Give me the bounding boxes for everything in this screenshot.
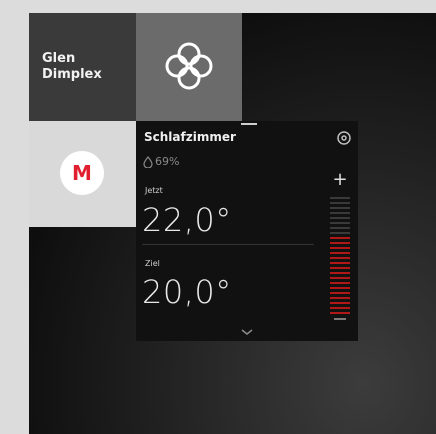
level-segment <box>330 252 350 254</box>
thermostat-widget[interactable]: Schlafzimmer 69% Jetzt 22,0° Ziel 20,0° … <box>136 121 358 341</box>
level-segment <box>330 302 350 304</box>
target-temp-label: Ziel <box>145 259 160 268</box>
level-segment <box>330 272 350 274</box>
level-segment <box>330 282 350 284</box>
level-segment <box>330 312 350 314</box>
level-segment <box>330 287 350 289</box>
settings-icon[interactable] <box>336 130 352 146</box>
target-temp-value: 20,0° <box>142 273 232 311</box>
glen-dimplex-logo: Glen Dimplex <box>42 51 102 82</box>
level-segment <box>330 267 350 269</box>
level-segment <box>330 307 350 309</box>
celtic-knot-icon <box>165 42 213 90</box>
level-segment <box>330 197 350 199</box>
current-temp-value: 22,0° <box>142 201 232 239</box>
level-segment <box>330 222 350 224</box>
level-segment <box>330 202 350 204</box>
level-segment <box>330 227 350 229</box>
humidity-value: 69% <box>155 155 180 168</box>
temperature-level-bar[interactable] <box>330 197 350 317</box>
m-app-tile[interactable]: M <box>29 121 136 227</box>
current-temp-label: Jetzt <box>145 186 163 195</box>
level-segment <box>330 207 350 209</box>
humidity-readout: 69% <box>143 155 179 168</box>
drag-handle[interactable] <box>241 123 257 125</box>
level-segment <box>330 217 350 219</box>
level-segment <box>330 247 350 249</box>
decrease-temp-button[interactable] <box>334 318 346 320</box>
level-segment <box>330 212 350 214</box>
droplet-icon <box>143 155 153 168</box>
level-segment <box>330 292 350 294</box>
level-segment <box>330 297 350 299</box>
chevron-down-icon[interactable] <box>240 328 254 336</box>
glen-dimplex-tile[interactable]: Glen Dimplex <box>29 13 136 121</box>
level-segment <box>330 232 350 234</box>
level-segment <box>330 237 350 239</box>
celtic-knot-tile[interactable] <box>136 13 242 121</box>
room-name: Schlafzimmer <box>144 130 236 144</box>
m-logo: M <box>60 151 104 195</box>
level-segment <box>330 257 350 259</box>
divider <box>142 244 314 245</box>
level-segment <box>330 242 350 244</box>
increase-temp-button[interactable]: + <box>331 171 349 189</box>
level-segment <box>330 277 350 279</box>
level-segment <box>330 262 350 264</box>
